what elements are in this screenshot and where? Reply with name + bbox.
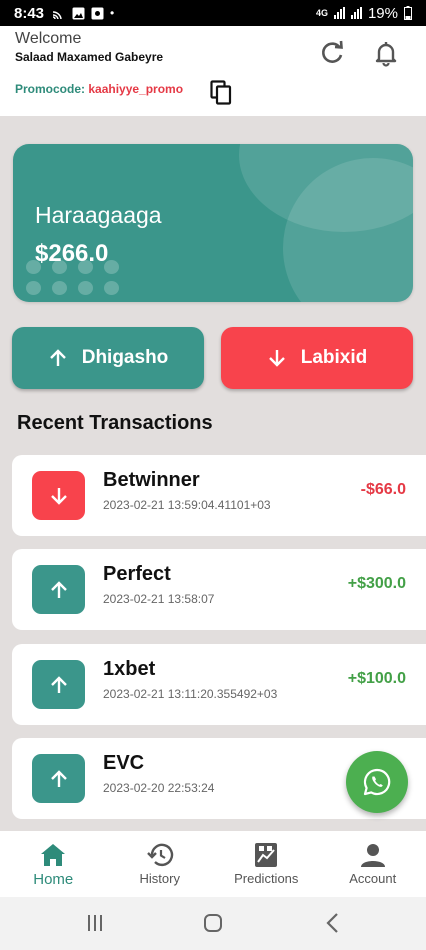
nav-label-home: Home <box>33 871 74 888</box>
transaction-amount: -$66.0 <box>360 481 406 498</box>
history-icon <box>146 843 173 867</box>
signal-icon-2 <box>350 7 362 19</box>
transaction-date: 2023-02-21 13:58:07 <box>103 592 215 606</box>
nav-item-predictions[interactable]: Predictions <box>213 831 320 897</box>
balance-amount: $266.0 <box>35 240 109 267</box>
transaction-date: 2023-02-21 13:59:04.41101+03 <box>103 498 271 512</box>
bell-icon <box>375 42 397 67</box>
nav-label-account: Account <box>349 871 397 886</box>
status-time: 8:43 <box>14 4 45 22</box>
nav-label-predictions: Predictions <box>234 871 299 886</box>
notifications-button[interactable] <box>372 39 400 67</box>
username: Salaad Maxamed Gabeyre <box>15 50 164 64</box>
transaction-name: Perfect <box>103 563 171 585</box>
account-icon <box>360 844 385 867</box>
withdraw-label: Labixid <box>300 347 368 368</box>
recent-apps-icon <box>88 915 102 931</box>
withdraw-button[interactable]: Labixid <box>221 327 413 389</box>
nav-item-account[interactable]: Account <box>320 831 426 897</box>
arrow-up-icon <box>50 580 67 598</box>
home-circle-icon <box>204 914 222 932</box>
battery-percent: 19% <box>367 4 398 22</box>
gallery-icon <box>91 7 104 19</box>
transaction-name: Betwinner <box>103 469 200 491</box>
transaction-direction-badge <box>32 565 85 614</box>
home-system-button[interactable] <box>200 910 226 936</box>
cast-icon <box>52 11 62 19</box>
transaction-direction-badge <box>32 754 85 803</box>
system-navigation-bar <box>0 897 426 950</box>
home-icon <box>41 844 66 866</box>
back-button[interactable] <box>320 910 346 936</box>
status-bar: 8:43 • 4G 19% <box>0 0 426 26</box>
transaction-name: 1xbet <box>103 658 156 680</box>
recent-transactions-title: Recent Transactions <box>17 412 213 434</box>
app-header: Welcome Salaad Maxamed Gabeyre Promocode… <box>0 26 426 116</box>
arrow-up-icon <box>50 769 67 787</box>
promo-label: Promocode: <box>15 82 89 96</box>
transaction-item[interactable]: Betwinner 2023-02-21 13:59:04.41101+03 -… <box>12 455 426 536</box>
copy-icon <box>210 80 232 105</box>
arrow-down-icon <box>50 487 67 505</box>
promo-code: kaahiyye_promo <box>88 82 184 96</box>
welcome-text: Welcome <box>15 30 82 47</box>
back-icon <box>326 913 338 933</box>
notification-dot-icon: • <box>110 6 115 20</box>
deposit-button[interactable]: Dhigasho <box>12 327 204 389</box>
promo-line: Promocode: kaahiyye_promo <box>15 82 183 96</box>
balance-label: Haraagaaga <box>35 202 162 228</box>
copy-promo-button[interactable] <box>210 80 234 106</box>
arrow-down-icon <box>268 350 285 367</box>
network-type: 4G <box>315 8 328 18</box>
balance-card: Haraagaaga $266.0 <box>13 144 413 302</box>
transaction-direction-badge <box>32 660 85 709</box>
deposit-label: Dhigasho <box>81 347 169 368</box>
image-icon <box>72 7 85 19</box>
transaction-item[interactable]: 1xbet 2023-02-21 13:11:20.355492+03 +$10… <box>12 644 426 725</box>
whatsapp-icon <box>363 768 391 796</box>
bottom-navigation: Home History Predictions Account <box>0 831 426 897</box>
refresh-button[interactable] <box>318 39 346 67</box>
arrow-up-icon <box>49 349 66 366</box>
nav-item-history[interactable]: History <box>107 831 214 897</box>
transaction-name: EVC <box>103 752 145 774</box>
whatsapp-chat-button[interactable] <box>346 751 408 813</box>
arrow-up-icon <box>50 675 67 693</box>
transaction-amount: +$100.0 <box>347 670 406 687</box>
recent-apps-button[interactable] <box>82 910 108 936</box>
battery-icon <box>404 6 412 20</box>
transaction-direction-badge <box>32 471 85 520</box>
predictions-icon <box>255 843 278 867</box>
refresh-icon <box>322 40 343 63</box>
nav-item-home[interactable]: Home <box>0 831 107 897</box>
transaction-item[interactable]: Perfect 2023-02-21 13:58:07 +$300.0 <box>12 549 426 630</box>
transaction-date: 2023-02-21 13:11:20.355492+03 <box>103 687 278 701</box>
transaction-date: 2023-02-20 22:53:24 <box>103 781 215 795</box>
signal-icon <box>333 7 345 19</box>
transaction-amount: +$300.0 <box>347 575 406 592</box>
nav-label-history: History <box>139 871 180 886</box>
